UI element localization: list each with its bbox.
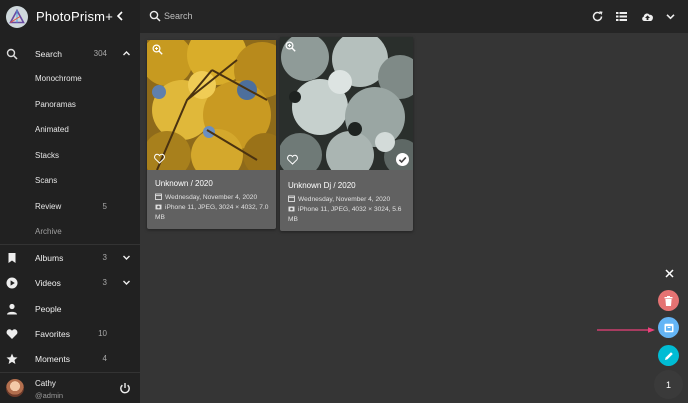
photoprism-logo xyxy=(6,5,28,28)
heart-icon xyxy=(6,328,18,339)
bookmark-icon xyxy=(8,252,16,263)
sidebar-item-label: Monochrome xyxy=(35,74,82,83)
selected-check-icon[interactable] xyxy=(396,153,409,166)
user-name: Cathy xyxy=(35,379,56,388)
user-handle: @admin xyxy=(35,391,64,400)
sidebar-item-label: Animated xyxy=(35,125,69,134)
close-icon xyxy=(664,268,674,278)
sidebar-item-panoramas[interactable]: Panoramas xyxy=(0,92,140,117)
sidebar-item-label: Moments xyxy=(35,353,70,364)
sidebar-item-animated[interactable]: Animated xyxy=(0,117,140,142)
archive-icon xyxy=(664,323,673,332)
sidebar-item-favorites[interactable]: Favorites 10 xyxy=(0,321,140,346)
selection-count: 1 xyxy=(665,379,671,390)
camera-icon xyxy=(288,206,295,212)
chevron-down-icon[interactable] xyxy=(664,10,677,23)
trash-icon xyxy=(664,295,673,306)
sidebar-item-label: Search xyxy=(35,48,62,59)
list-view-icon[interactable] xyxy=(615,10,628,23)
avatar[interactable] xyxy=(6,379,24,397)
yellow-tree-photo xyxy=(147,40,276,170)
silver-plant-photo xyxy=(280,37,413,170)
photo-thumbnail[interactable] xyxy=(280,37,413,170)
favorite-toggle-icon[interactable] xyxy=(154,153,165,164)
zoom-in-icon[interactable] xyxy=(285,41,296,52)
chevron-down-icon[interactable] xyxy=(122,253,131,262)
close-selection-button[interactable] xyxy=(659,263,679,283)
star-icon xyxy=(6,353,18,364)
edit-button[interactable] xyxy=(658,345,679,366)
photo-date-row: Wednesday, November 4, 2020 xyxy=(155,193,273,203)
calendar-icon xyxy=(155,193,162,200)
photo-thumbnail[interactable] xyxy=(147,40,276,170)
sidebar-item-label: Review xyxy=(35,202,62,211)
sidebar-item-count: 10 xyxy=(98,329,107,338)
zoom-in-icon[interactable] xyxy=(152,44,163,55)
sidebar-item-label: Archive xyxy=(35,227,62,236)
sidebar: PhotoPrism+ Search 304 Monochrome Panora… xyxy=(0,0,140,403)
sidebar-item-monochrome[interactable]: Monochrome xyxy=(0,66,140,91)
sidebar-item-label: Albums xyxy=(35,252,64,263)
sidebar-item-moments[interactable]: Moments 4 xyxy=(0,346,140,371)
sidebar-item-label: People xyxy=(35,303,62,314)
sidebar-item-count: 3 xyxy=(102,253,107,262)
sidebar-item-label: Favorites xyxy=(35,328,70,339)
sidebar-item-count: 5 xyxy=(102,202,107,211)
sidebar-item-label: Stacks xyxy=(35,151,60,160)
favorite-toggle-icon[interactable] xyxy=(287,154,298,165)
photo-date-row: Wednesday, November 4, 2020 xyxy=(288,195,410,205)
sidebar-item-stacks[interactable]: Stacks xyxy=(0,143,140,168)
search-icon[interactable] xyxy=(149,10,161,22)
upload-icon[interactable] xyxy=(641,10,654,23)
photo-details: Wednesday, November 4, 2020 iPhone 11, J… xyxy=(155,193,273,223)
camera-icon xyxy=(155,204,162,210)
photo-card[interactable]: Unknown / 2020 Wednesday, November 4, 20… xyxy=(147,40,276,229)
collapse-sidebar-icon[interactable] xyxy=(114,8,126,24)
sidebar-item-count: 4 xyxy=(102,354,107,363)
sidebar-item-archive[interactable]: Archive xyxy=(0,219,140,244)
top-toolbar xyxy=(140,0,688,33)
person-icon xyxy=(7,303,17,314)
play-circle-icon xyxy=(6,277,18,288)
photo-date: Wednesday, November 4, 2020 xyxy=(165,194,258,201)
photo-details: Wednesday, November 4, 2020 iPhone 11, J… xyxy=(288,195,410,225)
sidebar-item-albums[interactable]: Albums 3 xyxy=(0,245,140,270)
prism-logo-icon xyxy=(9,8,25,23)
sidebar-divider xyxy=(0,372,140,373)
sidebar-item-count: 3 xyxy=(102,278,107,287)
sidebar-item-people[interactable]: People xyxy=(0,296,140,321)
chevron-down-icon[interactable] xyxy=(122,278,131,287)
delete-button[interactable] xyxy=(658,290,679,311)
search-input[interactable] xyxy=(164,8,464,24)
power-icon[interactable] xyxy=(119,382,131,394)
checkmark-icon xyxy=(398,156,407,164)
sidebar-item-search[interactable]: Search 304 xyxy=(0,41,140,66)
calendar-icon xyxy=(288,195,295,202)
photo-info-row: iPhone 11, JPEG, 4032 × 3024, 5.6 MB xyxy=(288,205,410,225)
sidebar-item-count: 304 xyxy=(93,49,107,58)
photo-info: iPhone 11, JPEG, 3024 × 4032, 7.0 MB xyxy=(155,204,269,221)
chevron-up-icon[interactable] xyxy=(122,49,131,58)
app-title: PhotoPrism+ xyxy=(36,9,113,24)
photo-info-row: iPhone 11, JPEG, 3024 × 4032, 7.0 MB xyxy=(155,203,273,223)
selection-count-button[interactable]: 1 xyxy=(654,370,683,399)
refresh-icon[interactable] xyxy=(591,10,604,23)
search-icon xyxy=(6,48,18,60)
sidebar-item-label: Videos xyxy=(35,277,61,288)
sidebar-item-scans[interactable]: Scans xyxy=(0,168,140,193)
sidebar-item-label: Scans xyxy=(35,176,58,185)
photo-title[interactable]: Unknown / 2020 xyxy=(155,179,213,188)
sidebar-item-videos[interactable]: Videos 3 xyxy=(0,270,140,295)
sidebar-item-label: Panoramas xyxy=(35,100,76,109)
sidebar-item-review[interactable]: Review 5 xyxy=(0,194,140,219)
user-account[interactable]: Cathy @admin xyxy=(0,374,140,403)
annotation-arrow-icon xyxy=(597,327,655,333)
archive-button[interactable] xyxy=(658,317,679,338)
photo-title[interactable]: Unknown Dj / 2020 xyxy=(288,181,356,190)
pencil-icon xyxy=(664,351,673,360)
photo-date: Wednesday, November 4, 2020 xyxy=(298,196,391,203)
photo-info: iPhone 11, JPEG, 4032 × 3024, 5.6 MB xyxy=(288,206,402,223)
photo-card-selected[interactable]: Unknown Dj / 2020 Wednesday, November 4,… xyxy=(280,37,413,231)
